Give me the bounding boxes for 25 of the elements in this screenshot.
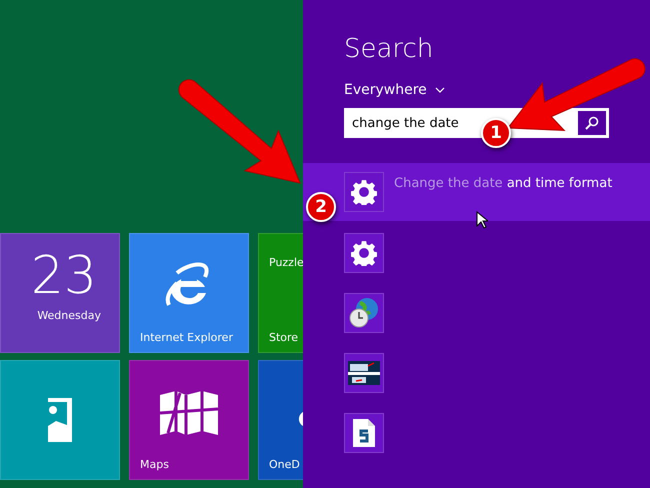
tile-label: Store (269, 331, 300, 344)
tile-label: Internet Explorer (140, 331, 234, 344)
picture-icon (48, 398, 72, 442)
gear-icon (351, 240, 377, 266)
app-tile[interactable]: Internet Explorer (129, 233, 249, 353)
scope-dropdown[interactable]: Everywhere (344, 82, 445, 98)
tile-label: Maps (140, 458, 170, 471)
gear-icon (351, 179, 377, 205)
app-tile[interactable]: OneD (258, 360, 303, 480)
app-tile[interactable] (0, 360, 120, 480)
document-icon (353, 419, 375, 447)
mouse-pointer-icon (476, 211, 488, 229)
search-button[interactable] (578, 111, 606, 135)
app-tile[interactable]: 23 Wednesday (0, 233, 120, 353)
app-tile[interactable]: Puzzle Store (258, 233, 303, 353)
app-tile[interactable]: Maps (129, 360, 249, 480)
search-icon (585, 116, 599, 130)
tile-subtitle: Puzzle (269, 256, 303, 269)
pane-title: Search (344, 34, 434, 64)
weekday-label: Wednesday (37, 309, 101, 322)
screenshot-icon (348, 361, 380, 385)
date-number: 23 (30, 250, 97, 302)
chevron-down-icon (434, 87, 445, 93)
result-title: Change the date and time format (394, 176, 612, 190)
tile-label: OneD (269, 458, 301, 471)
